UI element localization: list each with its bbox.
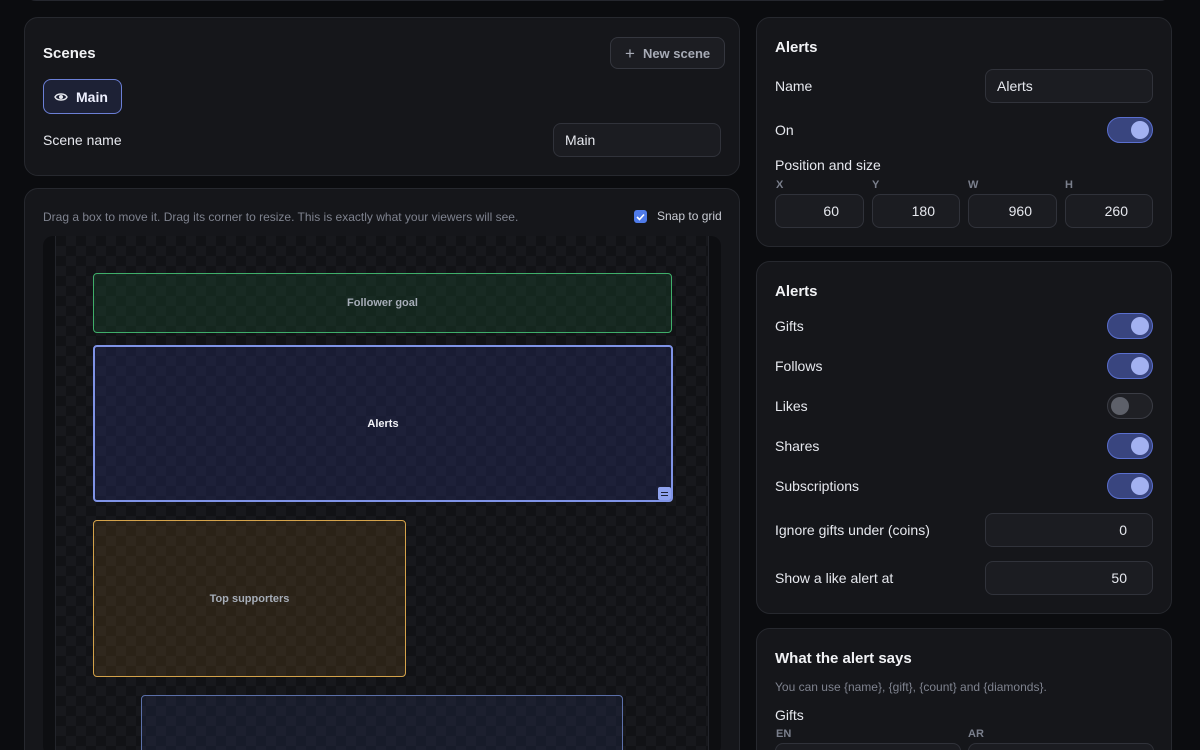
w-label: W <box>968 179 979 191</box>
message-hint: You can use {name}, {gift}, {count} and … <box>775 680 1047 694</box>
widget-on-label: On <box>775 122 794 138</box>
preview-canvas: Follower goal Alerts Top supporters <box>43 236 721 750</box>
plus-icon: + <box>625 43 635 63</box>
position-size-label: Position and size <box>775 157 881 173</box>
ignore-gifts-label: Ignore gifts under (coins) <box>775 522 930 538</box>
scene-chip-main[interactable]: Main <box>43 79 122 114</box>
gifts-ar-field[interactable] <box>968 743 1154 750</box>
scene-chip-label: Main <box>76 88 108 105</box>
subscriptions-toggle[interactable] <box>1107 473 1153 499</box>
eye-icon <box>54 92 68 101</box>
snap-to-grid-checkbox[interactable] <box>634 210 647 223</box>
toggle-knob <box>1131 437 1149 455</box>
lang-ar-label: AR <box>968 728 984 740</box>
gifts-en-field[interactable] <box>775 743 961 750</box>
follows-toggle[interactable] <box>1107 353 1153 379</box>
snap-to-grid-label: Snap to grid <box>657 209 722 223</box>
top-supporters-box-label: Top supporters <box>209 592 290 605</box>
scenes-title: Scenes <box>43 45 96 62</box>
h-label: H <box>1065 179 1073 191</box>
preview-stage: Follower goal Alerts Top supporters <box>55 236 709 750</box>
top-bar <box>24 0 1172 1</box>
message-title: What the alert says <box>775 650 912 667</box>
alerts-settings-card: Alerts Gifts Follows Likes Shares Subscr… <box>756 261 1172 614</box>
like-alert-label: Show a like alert at <box>775 570 894 586</box>
x-label: X <box>776 179 784 191</box>
scene-name-label: Scene name <box>43 132 122 148</box>
toggle-label-follows: Follows <box>775 358 823 374</box>
toggle-knob <box>1131 121 1149 139</box>
resize-handle[interactable] <box>658 487 671 500</box>
widget-on-toggle[interactable] <box>1107 117 1153 143</box>
check-icon <box>636 213 645 221</box>
widget-settings-card: Alerts Name Alerts On Position and size … <box>756 17 1172 247</box>
toggle-label-subscriptions: Subscriptions <box>775 478 860 494</box>
follower-goal-box[interactable]: Follower goal <box>93 273 672 333</box>
top-supporters-box[interactable]: Top supporters <box>93 520 406 677</box>
toggle-knob <box>1131 477 1149 495</box>
new-scene-button[interactable]: + New scene <box>610 37 726 69</box>
scene-name-field[interactable]: Main <box>553 123 721 157</box>
new-scene-label: New scene <box>642 45 711 61</box>
toggle-label-shares: Shares <box>775 438 820 454</box>
toggle-knob <box>1131 357 1149 375</box>
grip-line-1 <box>661 491 668 493</box>
alerts-box[interactable]: Alerts <box>93 345 673 502</box>
like-alert-field[interactable]: 50 <box>985 561 1153 595</box>
widget-name-label: Name <box>775 78 813 94</box>
y-field[interactable]: 180 <box>872 194 960 228</box>
widget-title: Alerts <box>775 39 818 56</box>
alerts-title: Alerts <box>775 283 818 300</box>
grip-line-2 <box>661 494 668 496</box>
follower-goal-box-label: Follower goal <box>347 297 418 309</box>
alerts-box-label: Alerts <box>367 417 399 430</box>
lang-en-label: EN <box>776 728 792 740</box>
gifts-toggle[interactable] <box>1107 313 1153 339</box>
w-field[interactable]: 960 <box>968 194 1057 228</box>
ignore-gifts-field[interactable]: 0 <box>985 513 1153 547</box>
toggle-knob <box>1111 397 1129 415</box>
likes-toggle[interactable] <box>1107 393 1153 419</box>
shares-toggle[interactable] <box>1107 433 1153 459</box>
editor-hint: Drag a box to move it. Drag its corner t… <box>43 210 519 224</box>
widget-name-field[interactable]: Alerts <box>985 69 1153 103</box>
x-field[interactable]: 60 <box>775 194 864 228</box>
toggle-label-gifts: Gifts <box>775 318 804 334</box>
message-gifts-label: Gifts <box>775 707 804 723</box>
toggle-knob <box>1131 317 1149 335</box>
widget-box[interactable] <box>141 695 623 750</box>
y-label: Y <box>872 179 880 191</box>
alert-message-card: What the alert says You can use {name}, … <box>756 628 1172 750</box>
h-field[interactable]: 260 <box>1065 194 1153 228</box>
scenes-card: Scenes + New scene Main Scene name Main <box>24 17 740 176</box>
toggle-label-likes: Likes <box>775 398 808 414</box>
